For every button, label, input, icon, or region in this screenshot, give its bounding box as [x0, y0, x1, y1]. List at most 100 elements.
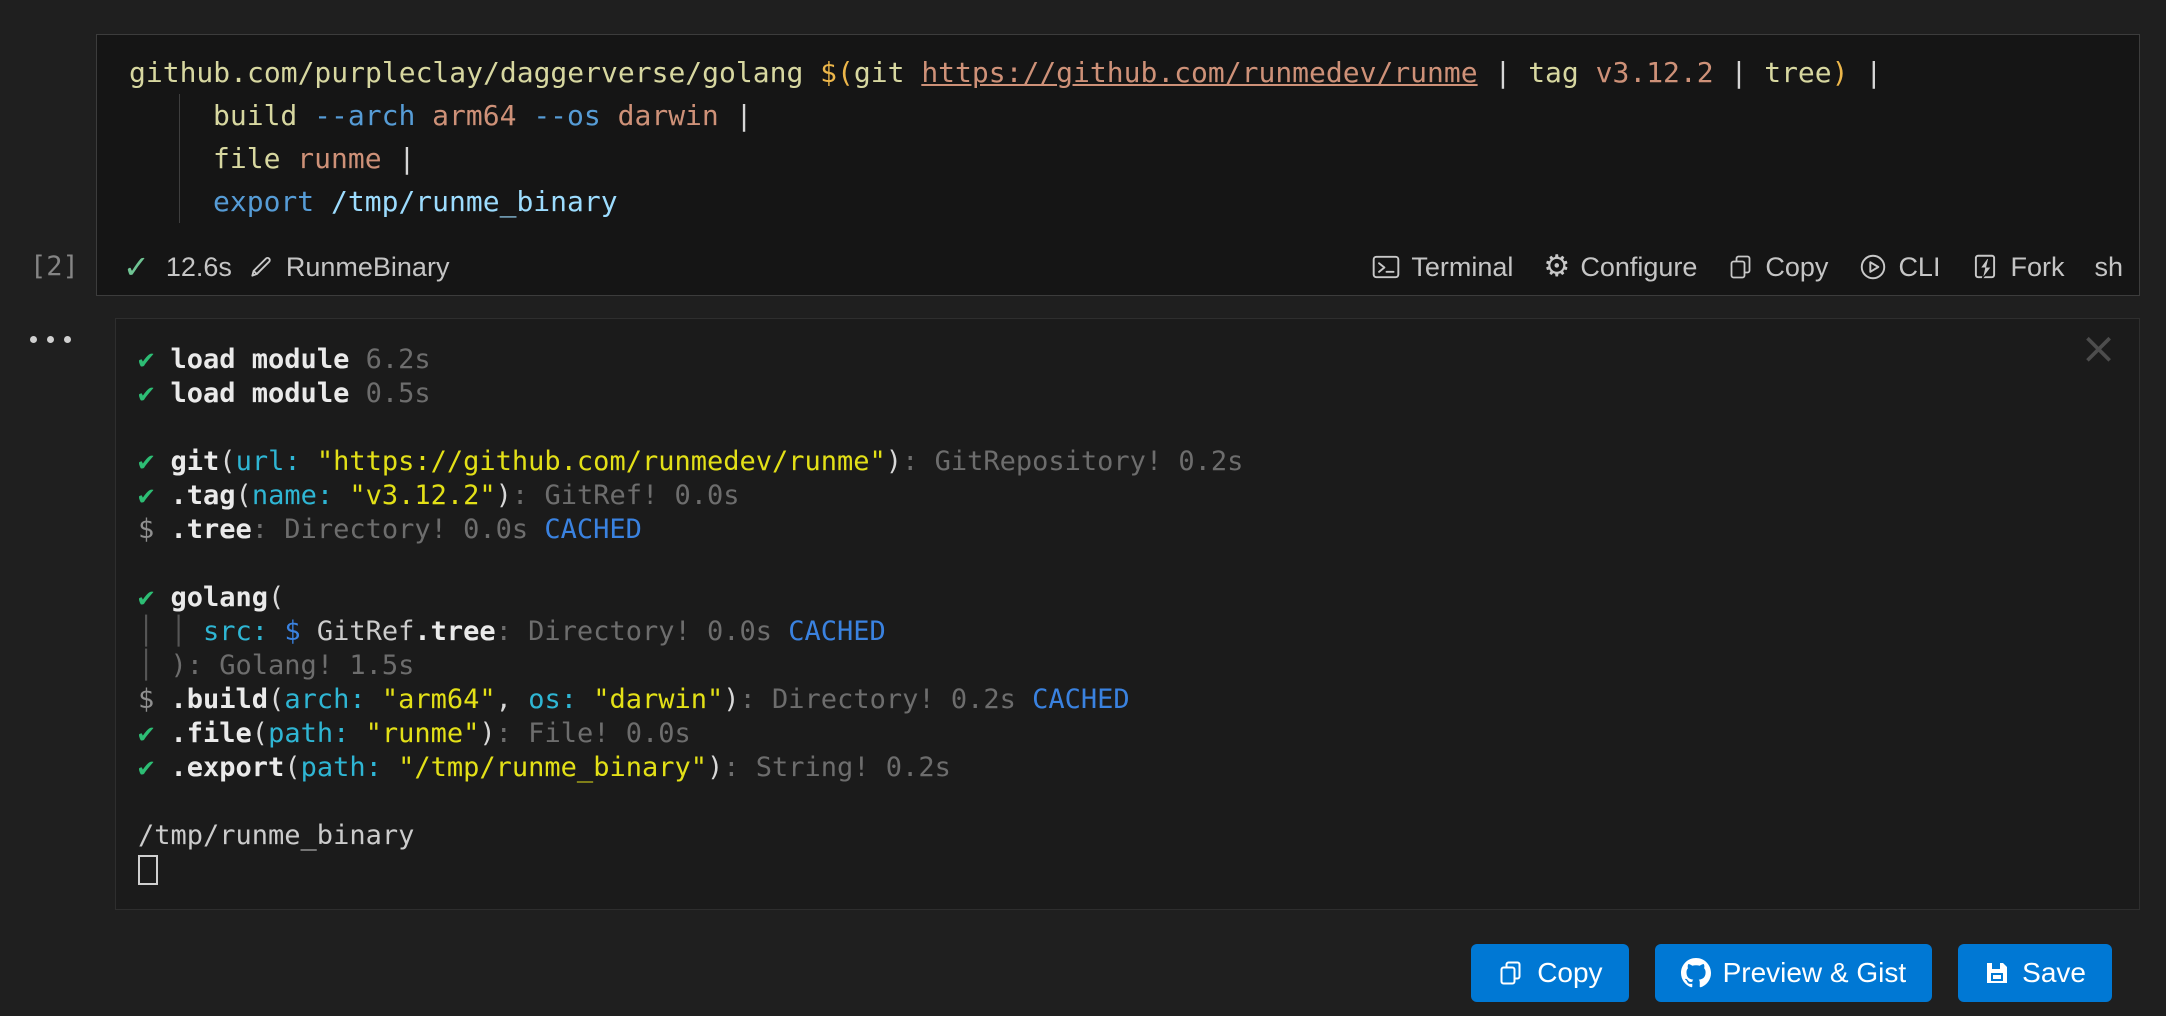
fork-button[interactable]: Fork: [1970, 252, 2064, 283]
token: ✔: [138, 344, 171, 375]
token: export: [213, 185, 331, 218]
token: (: [284, 752, 300, 783]
token: .tag: [171, 480, 236, 511]
out-line: ✔ .file(path: "runme"): File! 0.0s: [138, 717, 2079, 751]
token: ✔: [138, 378, 171, 409]
token: ): [496, 480, 512, 511]
dot: [30, 336, 37, 343]
preview-gist-button[interactable]: Preview & Gist: [1655, 944, 1933, 1002]
token: tag: [1528, 56, 1595, 89]
token: v3.12.2: [1596, 56, 1714, 89]
code-line: file runme |: [129, 137, 2119, 180]
out-line: ✔ golang(: [138, 581, 2079, 615]
out-line: │ ): Golang! 1.5s: [138, 649, 2079, 683]
token: "v3.12.2": [349, 480, 495, 511]
token: |: [398, 142, 415, 175]
token: ✔: [138, 582, 171, 613]
token: git: [854, 56, 921, 89]
cell-output: ✔ load module 6.2s✔ load module 0.5s ✔ g…: [115, 318, 2140, 910]
token: : String! 0.2s: [723, 752, 951, 783]
token: "darwin": [593, 684, 723, 715]
token: $: [138, 684, 171, 715]
token: $: [284, 616, 317, 647]
token: ✔: [138, 480, 171, 511]
token: 0.5s: [366, 378, 431, 409]
token: │: [138, 650, 171, 681]
token: ): [479, 718, 495, 749]
token: ): [1832, 56, 1849, 89]
code-editor[interactable]: github.com/purpleclay/daggerverse/golang…: [97, 35, 2139, 239]
token: os:: [528, 684, 593, 715]
save-button[interactable]: Save: [1958, 944, 2112, 1002]
token: ✔: [138, 752, 171, 783]
token: ): Golang! 1.5s: [171, 650, 415, 681]
token: "/tmp/runme_binary": [398, 752, 707, 783]
out-line: ✔ load module 6.2s: [138, 343, 2079, 377]
button-label: Preview & Gist: [1723, 957, 1907, 989]
token: name:: [252, 480, 350, 511]
cell-language-picker[interactable]: sh: [2094, 252, 2123, 283]
token: file: [213, 142, 297, 175]
token: runme: [297, 142, 398, 175]
close-icon[interactable]: ×: [2080, 327, 2117, 371]
save-icon: [1984, 960, 2010, 986]
token: .file: [171, 718, 252, 749]
token: ✔: [138, 446, 171, 477]
button-label: Save: [2022, 957, 2086, 989]
token: /tmp/runme_binary: [138, 820, 414, 851]
configure-button[interactable]: ⚙ Configure: [1543, 252, 1697, 283]
token: .tree: [171, 514, 252, 545]
token: (: [268, 582, 284, 613]
footer-actions: Copy Preview & Gist Save: [1471, 944, 2112, 1002]
token: path:: [268, 718, 366, 749]
token: src:: [203, 616, 284, 647]
token: "arm64": [382, 684, 496, 715]
token: ): [707, 752, 723, 783]
out-line: ✔ .export(path: "/tmp/runme_binary"): St…: [138, 751, 2079, 785]
token: https://github.com/runmedev/runme: [921, 56, 1477, 89]
token: : GitRef! 0.0s: [512, 480, 740, 511]
token: --arch: [314, 99, 432, 132]
token: github.com/purpleclay/daggerverse/golang: [129, 56, 820, 89]
toolbar-label: Fork: [2010, 252, 2064, 283]
token: : File! 0.0s: [496, 718, 691, 749]
out-line: [138, 547, 2079, 581]
terminal-button[interactable]: Terminal: [1371, 252, 1513, 283]
out-line: [138, 411, 2079, 445]
success-check-icon: ✓: [123, 251, 150, 283]
copy-icon: [1497, 959, 1525, 987]
terminal-cursor: [138, 855, 158, 885]
token: /tmp/runme_binary: [331, 185, 618, 218]
token: |: [1714, 56, 1765, 89]
token: CACHED: [544, 514, 642, 545]
toolbar-label: Configure: [1580, 252, 1697, 283]
token: |: [1849, 56, 1883, 89]
cell-name[interactable]: RunmeBinary: [286, 252, 450, 283]
rename-cell-control[interactable]: RunmeBinary: [248, 252, 450, 283]
dot: [47, 336, 54, 343]
token: ,: [496, 684, 529, 715]
token: ✔: [138, 718, 171, 749]
token: CACHED: [788, 616, 886, 647]
more-actions-icon[interactable]: [30, 336, 71, 343]
token: .build: [171, 684, 269, 715]
output-lines: ✔ load module 6.2s✔ load module 0.5s ✔ g…: [116, 319, 2139, 887]
token: arm64: [432, 99, 533, 132]
token: ): [723, 684, 739, 715]
out-line: $ .build(arch: "arm64", os: "darwin"): D…: [138, 683, 2079, 717]
toolbar-label: CLI: [1898, 252, 1940, 283]
token: golang: [171, 582, 269, 613]
copy-cell-button[interactable]: Copy: [1727, 252, 1828, 283]
cell-status-left: ✓ 12.6s RunmeBinary: [123, 251, 449, 283]
out-line: ✔ load module 0.5s: [138, 377, 2079, 411]
out-line: [138, 785, 2079, 819]
token: darwin: [618, 99, 736, 132]
token: (: [236, 480, 252, 511]
copy-output-button[interactable]: Copy: [1471, 944, 1628, 1002]
out-line: /tmp/runme_binary: [138, 819, 2079, 853]
cli-button[interactable]: CLI: [1858, 252, 1940, 283]
terminal-icon: [1371, 252, 1401, 282]
copy-icon: [1727, 253, 1755, 281]
token: git: [171, 446, 220, 477]
token: : GitRepository! 0.2s: [902, 446, 1243, 477]
